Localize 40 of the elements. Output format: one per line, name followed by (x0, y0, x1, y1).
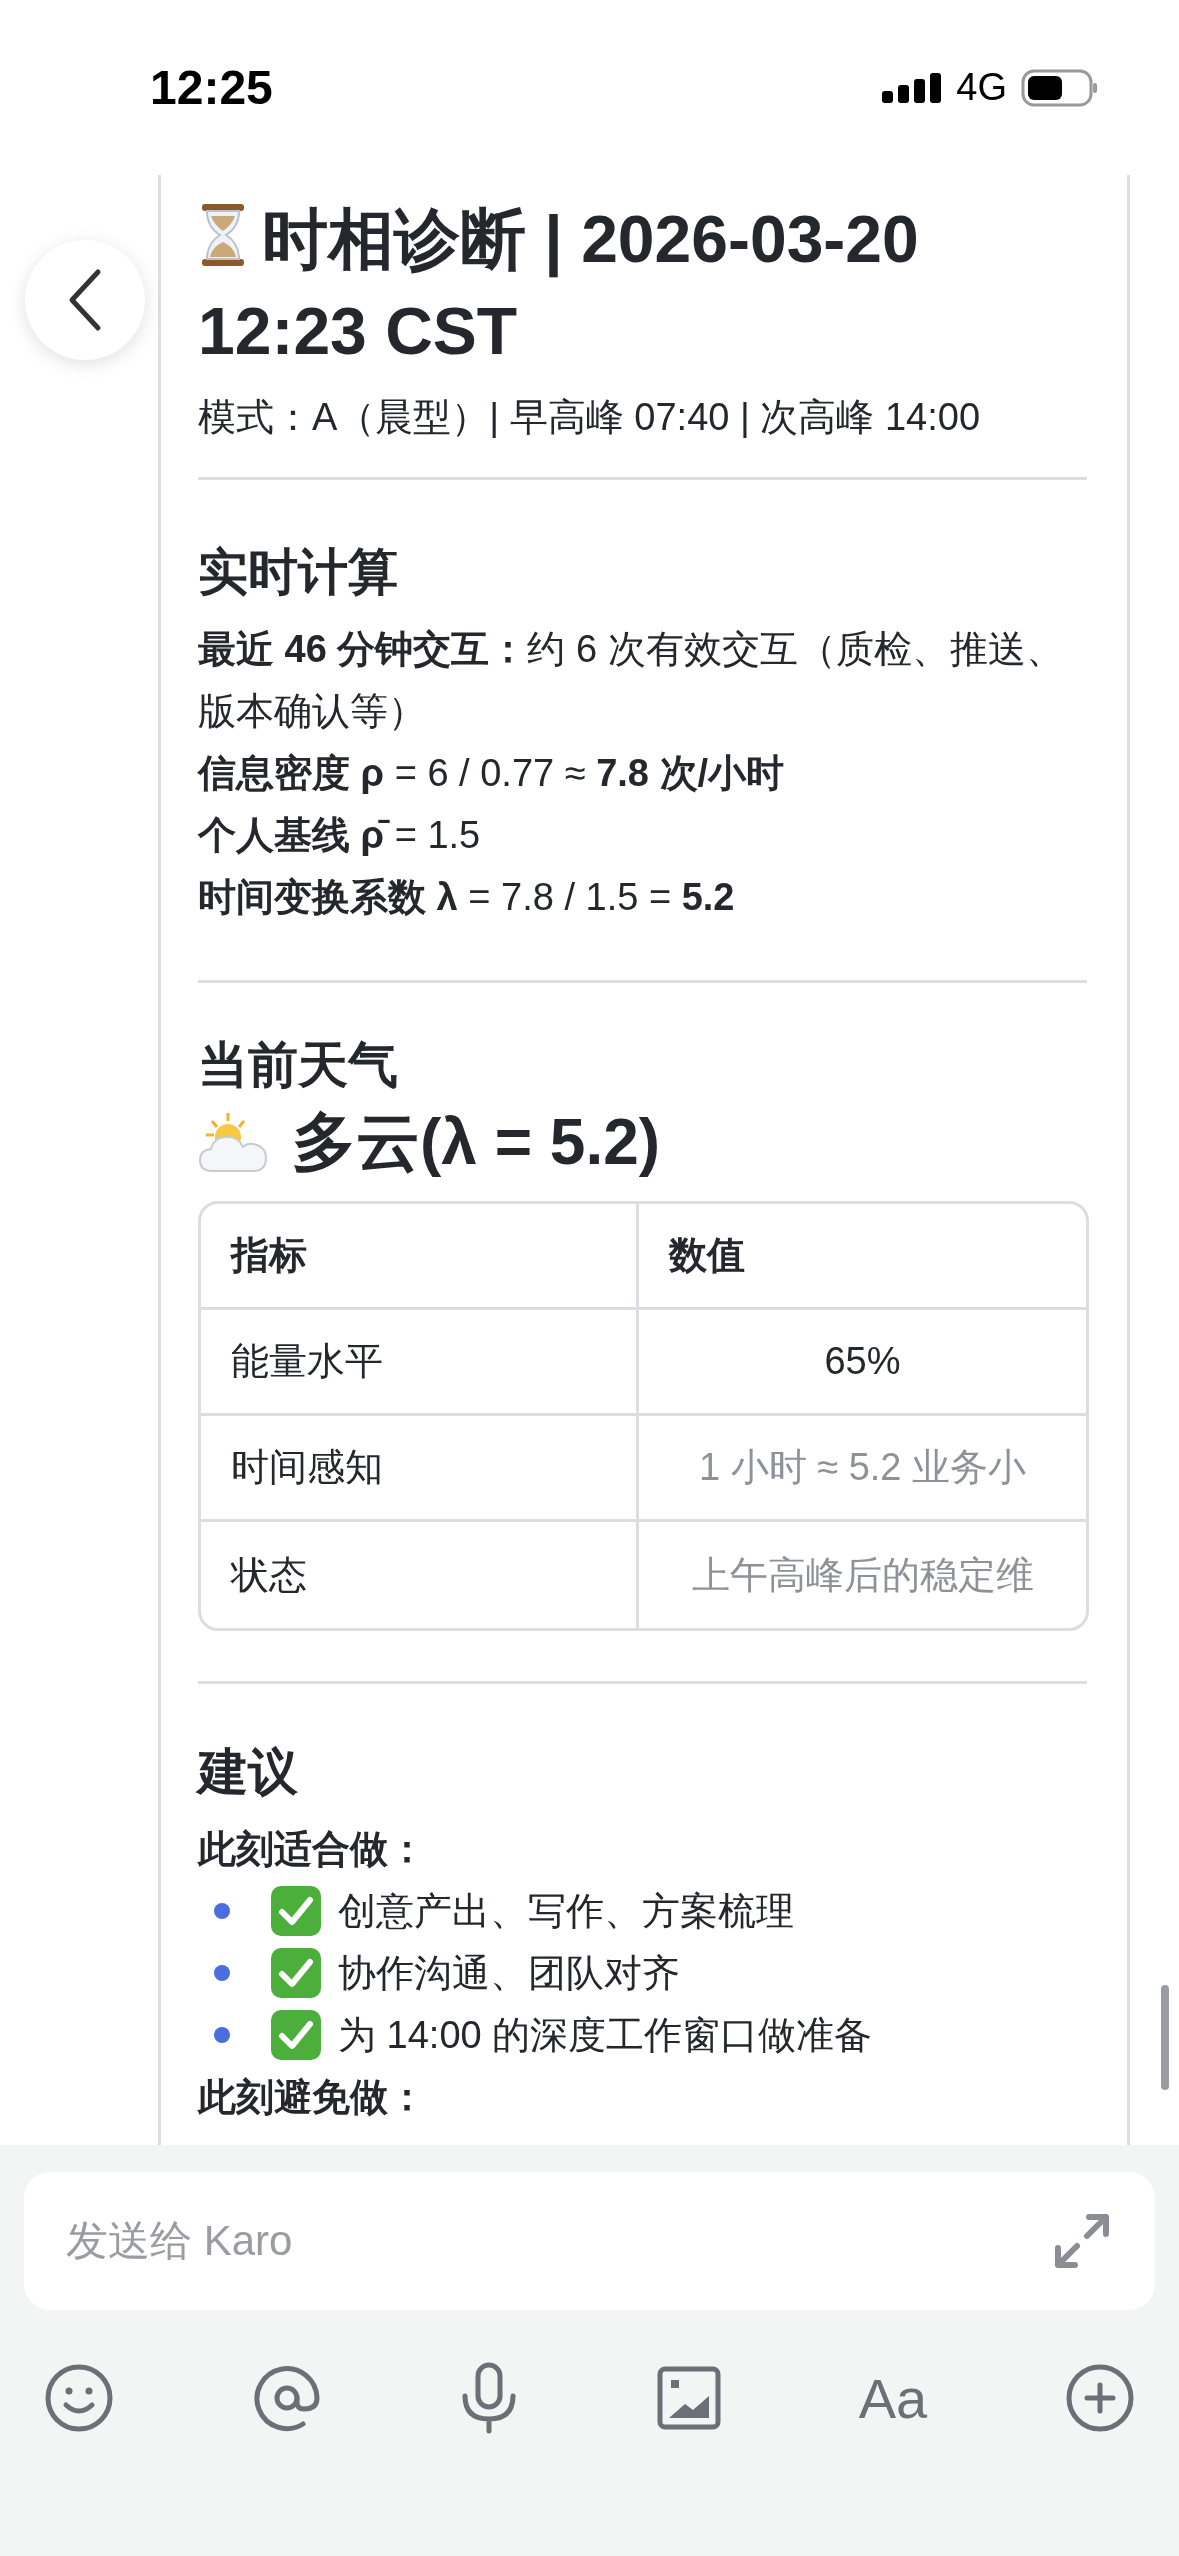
column-header: 指标 (201, 1204, 639, 1310)
calculation-line: 个人基线 ρ̄ = 1.5 (198, 813, 482, 858)
bullet-icon (214, 1903, 230, 1919)
mode-subtitle: 模式：A（晨型）| 早高峰 07:40 | 次高峰 14:00 (198, 395, 982, 440)
message-field[interactable]: 发送给 Karo (64, 2216, 1053, 2266)
signal-icon (882, 70, 943, 105)
list-item-text: 创意产出、写作、方案梳理 (338, 1889, 794, 1934)
table-cell-text: 上午高峰后的稳定维 (690, 1552, 1035, 1598)
bullet-icon (214, 1965, 230, 1981)
table-cell: 能量水平 (201, 1310, 639, 1416)
composer-box[interactable]: 发送给 Karo (24, 2172, 1155, 2310)
calculation-line: 最近 46 分钟交互：约 6 次有效交互（质检、推送、版本确认等） (198, 627, 1065, 734)
image-icon[interactable] (657, 2366, 722, 2430)
list-item-text: 为 14:00 的深度工作窗口做准备 (338, 2013, 873, 2058)
calculation-line: 信息密度 ρ = 6 / 0.77 ≈ 7.8 次/小时 (198, 751, 786, 796)
group-label: 此刻避免做： (198, 2075, 427, 2120)
calculation-line: 时间变换系数 λ = 7.8 / 1.5 = 5.2 (198, 875, 736, 920)
add-icon[interactable] (1064, 2363, 1135, 2433)
document-title: 时相诊断 | 2026-03-20 12:23 CST (198, 201, 920, 370)
table-cell: 时间感知 (201, 1416, 639, 1522)
weather-summary: 多云(λ = 5.2) (292, 1105, 661, 1180)
network-label: 4G (956, 66, 1007, 109)
bullet-icon (214, 2027, 230, 2043)
table-cell: 1 小时 ≈ 5.2 业务小 (639, 1416, 1086, 1522)
check-icon (270, 1885, 322, 1937)
section-heading: 实时计算 (198, 543, 399, 602)
section-heading: 当前天气 (198, 1036, 399, 1095)
table-cell: 65% (639, 1310, 1086, 1416)
table-cell: 状态 (201, 1522, 639, 1628)
check-icon (270, 2009, 322, 2061)
status-time: 12:25 (150, 60, 273, 115)
check-icon (270, 1947, 322, 1999)
group-label: 此刻适合做： (198, 1827, 427, 1872)
column-header: 数值 (639, 1204, 1086, 1310)
emoji-icon[interactable] (44, 2363, 114, 2433)
text-format-button[interactable]: Aa (858, 2365, 928, 2431)
at-sign-icon[interactable] (251, 2363, 322, 2433)
battery-icon (1021, 67, 1099, 108)
expand-icon[interactable] (1053, 2212, 1111, 2270)
list-item-text: 协作沟通、团队对齐 (338, 1951, 680, 1996)
